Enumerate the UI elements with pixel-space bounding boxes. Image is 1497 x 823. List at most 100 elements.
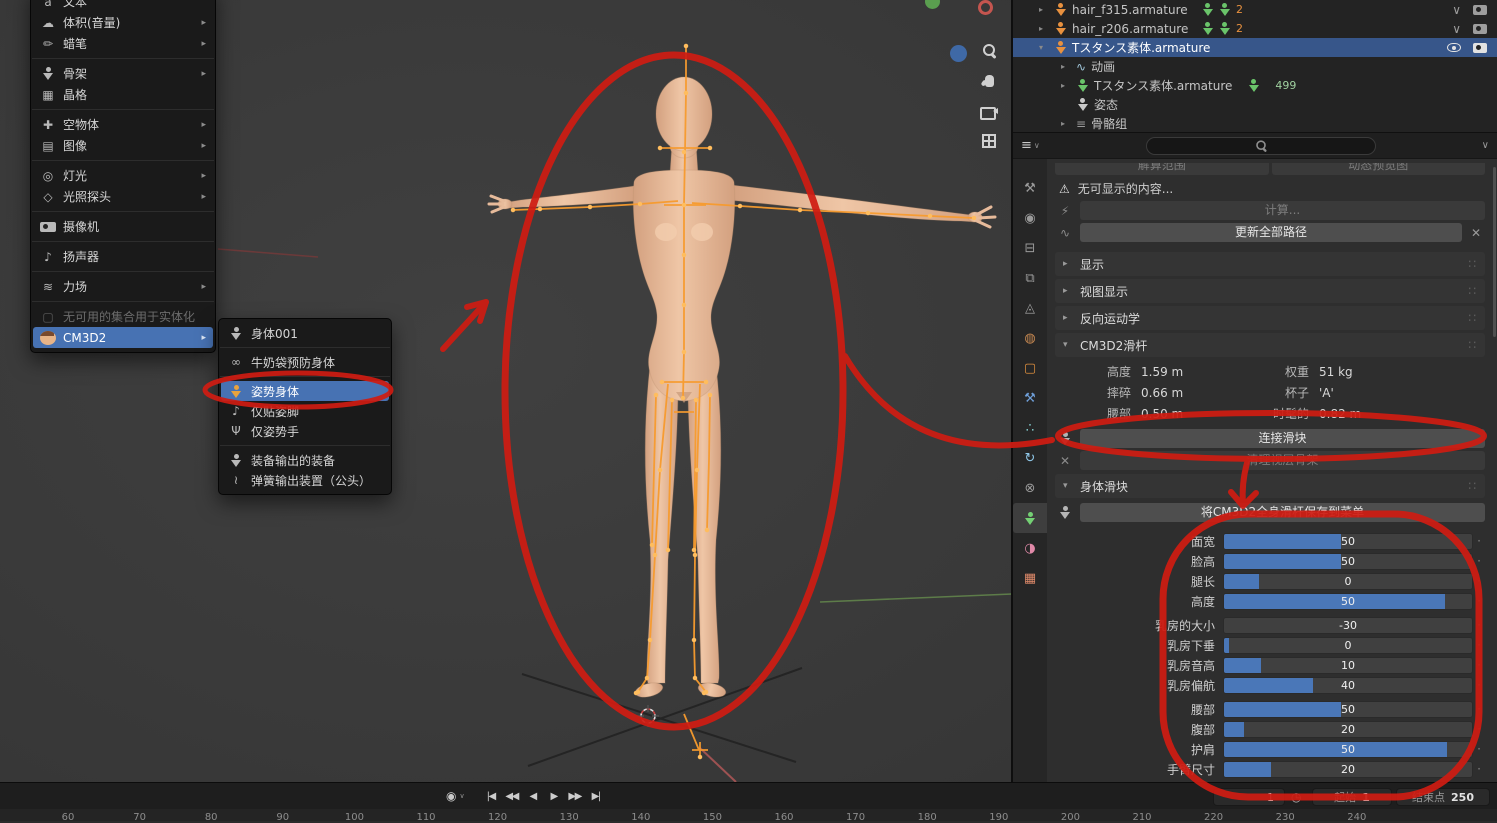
slider-track[interactable]: 50 [1223, 552, 1473, 570]
cm3d2-menu-item-6[interactable]: ≀ 弹簧输出装置（公头） [219, 470, 391, 490]
jump-to-start-button[interactable]: |◀ [481, 787, 501, 805]
gizmo-axis-blue[interactable] [950, 45, 967, 62]
cm3d2-menu-item-5[interactable]: 装备输出的装备 [219, 450, 391, 470]
chevron-down-icon[interactable]: ∨ [1482, 140, 1489, 151]
update-all-paths-button[interactable]: 更新全部路径 [1080, 223, 1462, 242]
save-sliders-button[interactable]: 将CM3D2全身滑杆保存到菜单 [1080, 503, 1485, 522]
animate-dot-icon[interactable]: · [1473, 638, 1485, 652]
animate-dot-icon[interactable]: · [1473, 742, 1485, 756]
animate-dot-icon[interactable]: · [1473, 594, 1485, 608]
panel-cm3d2-sliders[interactable]: ▾ CM3D2滑杆 ∷ [1055, 333, 1485, 357]
animate-dot-icon[interactable]: · [1473, 534, 1485, 548]
preview-range-button[interactable]: 动态预览图 [1271, 163, 1485, 175]
add-menu-item-0[interactable]: a 文本 [31, 0, 215, 12]
cm3d2-menu-item-1[interactable]: ∞ 牛奶袋预防身体 [219, 352, 391, 372]
slider-track[interactable]: 20 [1223, 720, 1473, 738]
slider-track[interactable]: 50 [1223, 700, 1473, 718]
frame-ruler[interactable]: 60 70 80 90 100 110 120 130 140 150 160 170 180 190 20… [0, 809, 1497, 823]
outliner-row-3[interactable]: ▸ ∿ 动画 [1013, 57, 1497, 76]
play-reverse-button[interactable]: ◀ [523, 787, 543, 805]
add-menu-item-9[interactable]: 摄像机 [31, 216, 215, 237]
add-menu-item-10[interactable]: ♪ 扬声器 [31, 246, 215, 267]
scrollbar[interactable] [1493, 159, 1497, 782]
drag-dots-icon[interactable]: ∷ [1468, 257, 1477, 271]
cm3d2-menu-item-0[interactable]: 身体001 [219, 323, 391, 343]
zoom-button[interactable] [978, 40, 1000, 62]
expand-caret-icon[interactable]: ▸ [1039, 24, 1049, 33]
next-keyframe-button[interactable]: ▶▶ [565, 787, 585, 805]
add-menu-item-12[interactable]: ▢ 无可用的集合用于实体化 [31, 306, 215, 327]
drag-dots-icon[interactable]: ∷ [1468, 338, 1477, 352]
calc-range-button[interactable]: 解算范围 [1055, 163, 1269, 175]
expand-caret-icon[interactable]: ▸ [1061, 81, 1071, 90]
cm3d2-menu-item-4[interactable]: Ψ 仅姿势手 [219, 421, 391, 441]
connect-sliders-button[interactable]: 连接滑块 [1080, 429, 1485, 448]
tab-render[interactable]: ◉ [1013, 203, 1047, 233]
tab-particles[interactable]: ∴ [1013, 413, 1047, 443]
drag-dots-icon[interactable]: ∷ [1468, 284, 1477, 298]
outliner-row-6[interactable]: ▸ ≡ 骨骼组 [1013, 114, 1497, 132]
drag-dots-icon[interactable]: ∷ [1468, 479, 1477, 493]
tab-texture[interactable]: ▦ [1013, 563, 1047, 593]
slider-track[interactable]: 50 [1223, 532, 1473, 550]
cm3d2-menu-item-3[interactable]: ♪ 仅贴姿脚 [219, 401, 391, 421]
outliner-row-4[interactable]: ▸ Tスタンス素体.armature 499 [1013, 76, 1497, 95]
slider-track[interactable]: 20 [1223, 760, 1473, 778]
camera-view-button[interactable] [978, 100, 1000, 122]
tab-constraints[interactable]: ⊗ [1013, 473, 1047, 503]
add-menu-item-2[interactable]: ✏ 蜡笔 ▸ [31, 33, 215, 54]
slider-track[interactable]: -30 [1223, 616, 1473, 634]
slider-track[interactable]: 50 [1223, 740, 1473, 758]
animate-dot-icon[interactable]: · [1473, 574, 1485, 588]
animate-dot-icon[interactable]: · [1473, 702, 1485, 716]
current-frame-field[interactable]: 1 [1213, 788, 1285, 806]
cm3d2-menu-item-2[interactable]: 姿势身体 [221, 381, 389, 401]
add-menu-item-1[interactable]: ☁ 体积(音量) ▸ [31, 12, 215, 33]
start-frame-field[interactable]: 起始 1 [1312, 788, 1392, 806]
editor-type-button[interactable]: ≡ ∨ [1021, 138, 1040, 153]
add-menu-item-13[interactable]: CM3D2 ▸ [33, 327, 213, 348]
tab-view-layer[interactable]: ⧉ [1013, 263, 1047, 293]
drag-dots-icon[interactable]: ∷ [1468, 311, 1477, 325]
tab-data[interactable] [1013, 503, 1047, 533]
expand-caret-icon[interactable]: ▸ [1039, 5, 1049, 14]
slider-track[interactable]: 40 [1223, 676, 1473, 694]
animate-dot-icon[interactable]: · [1473, 658, 1485, 672]
tab-tool[interactable]: ⚒ [1013, 173, 1047, 203]
add-menu-item-5[interactable]: ✚ 空物体 ▸ [31, 114, 215, 135]
add-menu-item-3[interactable]: 骨架 ▸ [31, 63, 215, 84]
panel-display[interactable]: ▸ 显示 ∷ [1055, 252, 1485, 276]
panel-inverse-kinematics[interactable]: ▸ 反向运动学 ∷ [1055, 306, 1485, 330]
slider-track[interactable]: 0 [1223, 636, 1473, 654]
gizmo-axis-red[interactable] [978, 0, 993, 15]
jump-to-end-button[interactable]: ▶| [586, 787, 606, 805]
panel-divider[interactable] [1011, 0, 1013, 782]
outliner-row-2[interactable]: ▾ Tスタンス素体.armature [1013, 38, 1497, 57]
animate-dot-icon[interactable]: · [1473, 722, 1485, 736]
clean-armature-button[interactable]: 清理视层骨架 [1080, 451, 1485, 470]
tab-world[interactable]: ◍ [1013, 323, 1047, 353]
tab-modifiers[interactable]: ⚒ [1013, 383, 1047, 413]
add-menu-item-11[interactable]: ≋ 力场 ▸ [31, 276, 215, 297]
outliner-row-1[interactable]: ▸ hair_r206.armature 2 ∨ [1013, 19, 1497, 38]
close-icon[interactable]: ✕ [1467, 226, 1485, 240]
tab-output[interactable]: ⊟ [1013, 233, 1047, 263]
search-input[interactable] [1145, 136, 1376, 155]
animate-dot-icon[interactable]: · [1473, 678, 1485, 692]
expand-caret-icon[interactable]: ▸ [1061, 119, 1071, 128]
play-button[interactable]: ▶ [544, 787, 564, 805]
expand-caret-icon[interactable]: ▾ [1039, 43, 1049, 52]
panel-viewport-display[interactable]: ▸ 视图显示 ∷ [1055, 279, 1485, 303]
animate-dot-icon[interactable]: · [1473, 554, 1485, 568]
add-menu-item-7[interactable]: ◎ 灯光 ▸ [31, 165, 215, 186]
outliner-row-0[interactable]: ▸ hair_f315.armature 2 ∨ [1013, 0, 1497, 19]
animate-dot-icon[interactable]: · [1473, 618, 1485, 632]
add-menu-item-4[interactable]: ▦ 晶格 [31, 84, 215, 105]
tab-object[interactable]: ▢ [1013, 353, 1047, 383]
slider-track[interactable]: 50 [1223, 592, 1473, 610]
slider-track[interactable]: 10 [1223, 656, 1473, 674]
tab-material[interactable]: ◑ [1013, 533, 1047, 563]
auto-keyframe-button[interactable]: ◉ ∨ [446, 789, 465, 803]
prev-keyframe-button[interactable]: ◀◀ [502, 787, 522, 805]
outliner-row-5[interactable]: 姿态 [1013, 95, 1497, 114]
